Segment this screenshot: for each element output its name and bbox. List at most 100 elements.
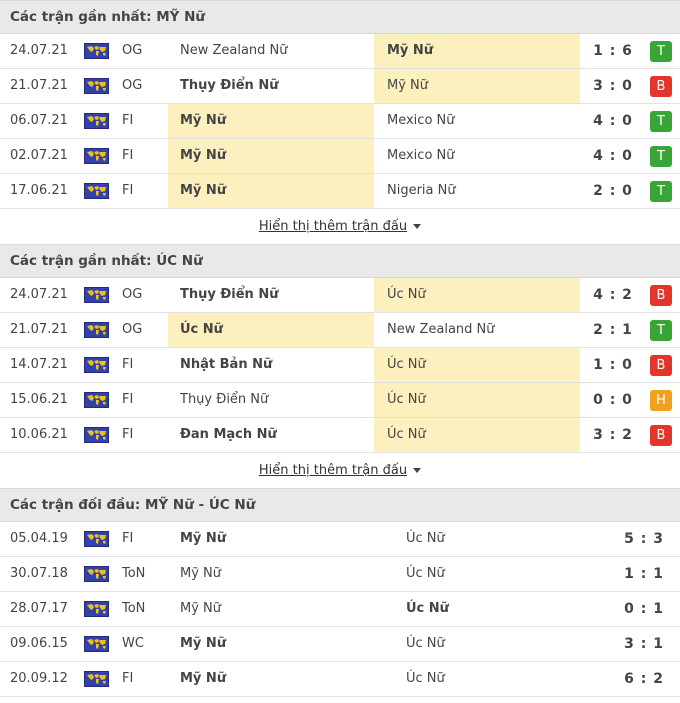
match-score[interactable]: 4 : 0 bbox=[582, 104, 644, 138]
match-score[interactable]: 1 : 6 bbox=[582, 34, 644, 68]
show-more-link[interactable]: Hiển thị thêm trận đấu bbox=[259, 219, 422, 234]
show-more-link[interactable]: Hiển thị thêm trận đấu bbox=[258, 463, 422, 478]
match-date: 21.07.21 bbox=[10, 78, 68, 93]
world-flag-icon bbox=[84, 113, 109, 129]
world-flag-icon bbox=[84, 427, 109, 443]
competition: OG bbox=[122, 322, 143, 337]
match-date: 24.07.21 bbox=[10, 43, 68, 58]
match-score[interactable]: 0 : 0 bbox=[582, 383, 644, 417]
world-flag-icon bbox=[84, 322, 109, 338]
match-row[interactable]: 02.07.21 FI Mỹ Nữ Mexico Nữ 4 : 0 T bbox=[0, 139, 680, 174]
home-team[interactable]: Thụy Điển Nữ bbox=[168, 383, 374, 417]
match-row[interactable]: 21.07.21 OG Úc Nữ New Zealand Nữ 2 : 1 T bbox=[0, 313, 680, 348]
match-score[interactable]: 1 : 0 bbox=[582, 348, 644, 382]
match-date: 24.07.21 bbox=[10, 287, 68, 302]
away-team[interactable]: Mỹ Nữ bbox=[374, 69, 580, 103]
away-team[interactable]: Úc Nữ bbox=[374, 348, 580, 382]
away-team[interactable]: Úc Nữ bbox=[374, 383, 580, 417]
match-row[interactable]: 21.07.21 OG Thụy Điển Nữ Mỹ Nữ 3 : 0 B bbox=[0, 69, 680, 104]
match-history: Các trận gần nhất: MỸ Nữ 24.07.21 OG New Ze… bbox=[0, 0, 680, 697]
match-row[interactable]: 06.07.21 FI Mỹ Nữ Mexico Nữ 4 : 0 T bbox=[0, 104, 680, 139]
match-row[interactable]: 14.07.21 FI Nhật Bản Nữ Úc Nữ 1 : 0 B bbox=[0, 348, 680, 383]
home-team[interactable]: Mỹ Nữ bbox=[168, 627, 226, 661]
home-team[interactable]: Mỹ Nữ bbox=[168, 522, 226, 556]
match-score[interactable]: 4 : 0 bbox=[582, 139, 644, 173]
away-team[interactable]: Mexico Nữ bbox=[374, 104, 580, 138]
away-team[interactable]: Úc Nữ bbox=[393, 592, 449, 626]
match-row[interactable]: 15.06.21 FI Thụy Điển Nữ Úc Nữ 0 : 0 H bbox=[0, 383, 680, 418]
away-team[interactable]: Úc Nữ bbox=[393, 522, 445, 556]
match-row[interactable]: 05.04.19 FI Mỹ Nữ Úc Nữ 5 : 3 bbox=[0, 522, 680, 557]
home-team[interactable]: Mỹ Nữ bbox=[168, 557, 221, 591]
away-team[interactable]: Nigeria Nữ bbox=[374, 174, 580, 208]
home-team[interactable]: Đan Mạch Nữ bbox=[168, 418, 374, 452]
world-flag-icon bbox=[84, 601, 109, 617]
match-row[interactable]: 24.07.21 OG New Zealand Nữ Mỹ Nữ 1 : 6 T bbox=[0, 34, 680, 69]
result-badge: B bbox=[650, 285, 672, 306]
home-team[interactable]: Mỹ Nữ bbox=[168, 139, 374, 173]
away-team[interactable]: Úc Nữ bbox=[374, 418, 580, 452]
match-row[interactable]: 10.06.21 FI Đan Mạch Nữ Úc Nữ 3 : 2 B bbox=[0, 418, 680, 453]
match-row[interactable]: 09.06.15 WC Mỹ Nữ Úc Nữ 3 : 1 bbox=[0, 627, 680, 662]
competition: FI bbox=[122, 357, 134, 372]
away-team[interactable]: Úc Nữ bbox=[393, 557, 445, 591]
match-date: 05.04.19 bbox=[10, 531, 68, 546]
world-flag-icon bbox=[84, 671, 109, 687]
match-score[interactable]: 3 : 0 bbox=[582, 69, 644, 103]
competition: FI bbox=[122, 427, 134, 442]
world-flag-icon bbox=[84, 43, 109, 59]
away-team[interactable]: Úc Nữ bbox=[374, 278, 580, 312]
match-date: 14.07.21 bbox=[10, 357, 68, 372]
show-more-label: Hiển thị thêm trận đấu bbox=[258, 463, 408, 478]
world-flag-icon bbox=[84, 287, 109, 303]
match-date: 15.06.21 bbox=[10, 392, 68, 407]
match-score[interactable]: 6 : 2 bbox=[600, 662, 664, 696]
competition: FI bbox=[122, 113, 134, 128]
result-badge: T bbox=[650, 320, 672, 341]
section-header: Các trận đối đầu: MỸ Nữ - ÚC Nữ bbox=[0, 488, 680, 522]
caret-down-icon bbox=[413, 468, 422, 473]
home-team[interactable]: Thụy Điển Nữ bbox=[168, 278, 374, 312]
match-score[interactable]: 0 : 1 bbox=[600, 592, 664, 626]
match-score[interactable]: 3 : 2 bbox=[582, 418, 644, 452]
away-team[interactable]: Mỹ Nữ bbox=[374, 34, 580, 68]
match-row[interactable]: 30.07.18 ToN Mỹ Nữ Úc Nữ 1 : 1 bbox=[0, 557, 680, 592]
caret-down-icon bbox=[413, 224, 422, 229]
home-team[interactable]: Mỹ Nữ bbox=[168, 174, 374, 208]
home-team[interactable]: Mỹ Nữ bbox=[168, 104, 374, 138]
competition: OG bbox=[122, 78, 143, 93]
match-score[interactable]: 3 : 1 bbox=[600, 627, 664, 661]
home-team[interactable]: Úc Nữ bbox=[168, 313, 374, 347]
match-score[interactable]: 1 : 1 bbox=[600, 557, 664, 591]
home-team[interactable]: Mỹ Nữ bbox=[168, 662, 226, 696]
competition: FI bbox=[122, 183, 134, 198]
home-team[interactable]: New Zealand Nữ bbox=[168, 34, 374, 68]
away-team[interactable]: Úc Nữ bbox=[393, 627, 445, 661]
competition: FI bbox=[122, 671, 134, 686]
match-score[interactable]: 2 : 1 bbox=[582, 313, 644, 347]
away-team[interactable]: Úc Nữ bbox=[393, 662, 445, 696]
show-more: Hiển thị thêm trận đấu bbox=[0, 453, 680, 488]
section-recent: Các trận gần nhất: ÚC Nữ 24.07.21 OG Thụy Đ… bbox=[0, 244, 680, 488]
match-date: 09.06.15 bbox=[10, 636, 68, 651]
world-flag-icon bbox=[84, 78, 109, 94]
home-team[interactable]: Mỹ Nữ bbox=[168, 592, 221, 626]
result-badge: T bbox=[650, 146, 672, 167]
match-score[interactable]: 2 : 0 bbox=[582, 174, 644, 208]
competition: WC bbox=[122, 636, 144, 651]
match-score[interactable]: 5 : 3 bbox=[600, 522, 664, 556]
home-team[interactable]: Thụy Điển Nữ bbox=[168, 69, 374, 103]
match-row[interactable]: 28.07.17 ToN Mỹ Nữ Úc Nữ 0 : 1 bbox=[0, 592, 680, 627]
match-date: 06.07.21 bbox=[10, 113, 68, 128]
competition: OG bbox=[122, 43, 143, 58]
away-team[interactable]: New Zealand Nữ bbox=[374, 313, 580, 347]
match-row[interactable]: 20.09.12 FI Mỹ Nữ Úc Nữ 6 : 2 bbox=[0, 662, 680, 697]
away-team[interactable]: Mexico Nữ bbox=[374, 139, 580, 173]
match-row[interactable]: 24.07.21 OG Thụy Điển Nữ Úc Nữ 4 : 2 B bbox=[0, 278, 680, 313]
match-score[interactable]: 4 : 2 bbox=[582, 278, 644, 312]
home-team[interactable]: Nhật Bản Nữ bbox=[168, 348, 374, 382]
match-date: 21.07.21 bbox=[10, 322, 68, 337]
competition: ToN bbox=[122, 601, 146, 616]
show-more: Hiển thị thêm trận đấu bbox=[0, 209, 680, 244]
match-row[interactable]: 17.06.21 FI Mỹ Nữ Nigeria Nữ 2 : 0 T bbox=[0, 174, 680, 209]
